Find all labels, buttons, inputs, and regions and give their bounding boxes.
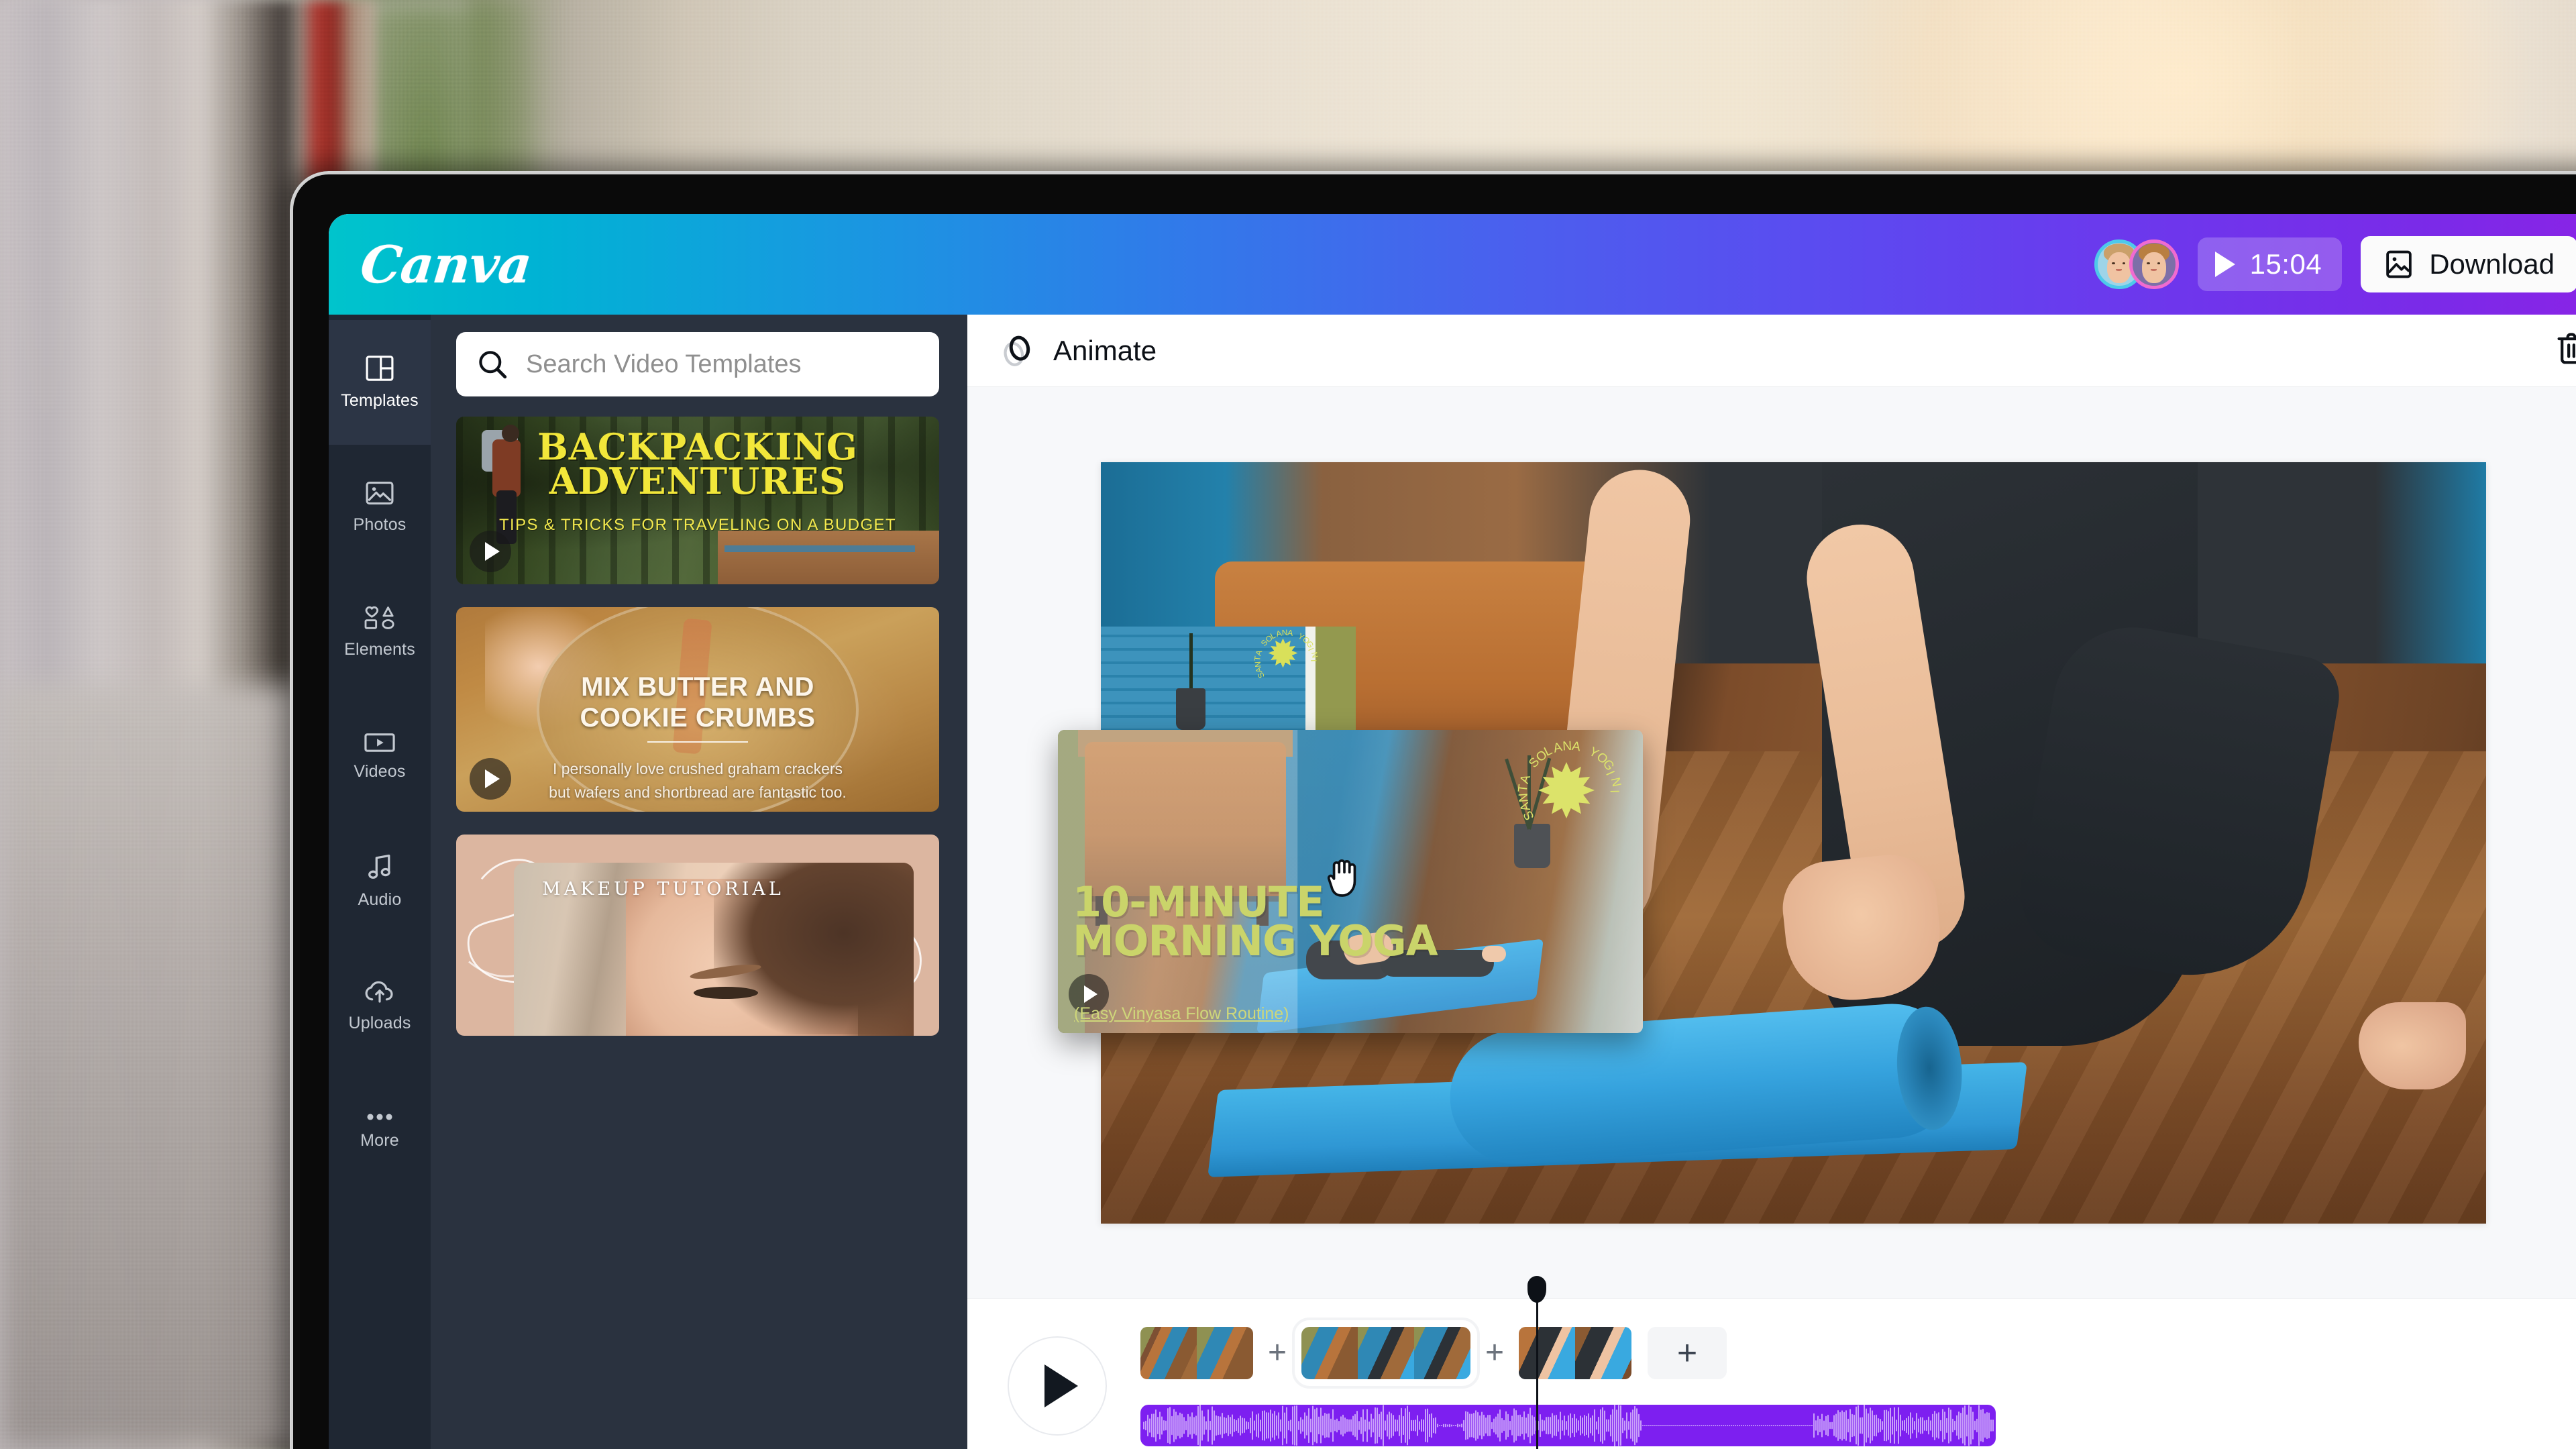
sidebar-item-more[interactable]: More bbox=[329, 1069, 431, 1193]
editor-toolbar: Animate bbox=[967, 315, 2576, 387]
delete-button[interactable] bbox=[2556, 332, 2576, 369]
audio-icon bbox=[368, 854, 390, 879]
avatar[interactable] bbox=[2129, 239, 2179, 289]
search-placeholder: Search Video Templates bbox=[526, 350, 802, 378]
timeline-play-button[interactable] bbox=[1008, 1336, 1107, 1436]
template-card-cookie[interactable]: MIX BUTTER AND COOKIE CRUMBS I personall… bbox=[456, 607, 939, 812]
play-icon bbox=[1083, 985, 1097, 1003]
playhead[interactable] bbox=[1527, 1276, 1546, 1449]
sidebar-item-label: Audio bbox=[358, 890, 402, 909]
preview-play-button[interactable]: 15:04 bbox=[2197, 237, 2343, 291]
uploads-icon bbox=[365, 981, 393, 1003]
timeline-clip[interactable] bbox=[1140, 1327, 1253, 1379]
template-title: BACKPACKING ADVENTURES bbox=[537, 425, 858, 503]
collaborator-avatars[interactable] bbox=[2094, 239, 2179, 289]
sidebar-item-label: Photos bbox=[353, 515, 407, 534]
grab-hand-cursor bbox=[1327, 859, 1356, 897]
template-card-makeup[interactable]: MAKEUP TUTORIAL bbox=[456, 835, 939, 1036]
download-label: Download bbox=[2429, 248, 2555, 280]
sidebar-item-audio[interactable]: Audio bbox=[329, 819, 431, 944]
sidebar-item-videos[interactable]: Videos bbox=[329, 694, 431, 819]
divider bbox=[647, 741, 748, 743]
play-icon bbox=[2214, 252, 2235, 277]
animate-icon bbox=[1004, 335, 1030, 366]
template-subtitle: I personally love crushed graham cracker… bbox=[549, 760, 847, 801]
sidebar-item-photos[interactable]: Photos bbox=[329, 445, 431, 570]
bench-decoration bbox=[718, 531, 939, 584]
photos-icon bbox=[366, 481, 394, 504]
trash-icon bbox=[2557, 333, 2576, 364]
videos-icon bbox=[364, 733, 395, 752]
search-icon bbox=[479, 351, 507, 379]
templates-panel: Search Video Templates BACKPACKING ADVEN… bbox=[431, 315, 967, 1449]
animate-button[interactable]: Animate bbox=[1002, 333, 1157, 369]
left-rail: Templates Photos Elements Videos Audio U… bbox=[329, 315, 431, 1449]
sidebar-item-label: Templates bbox=[341, 390, 419, 410]
sidebar-item-elements[interactable]: Elements bbox=[329, 570, 431, 694]
template-thumbnail: MAKEUP TUTORIAL bbox=[514, 863, 914, 1036]
ghost-subtitle: (Easy Vinyasa Flow Routine) bbox=[1074, 1004, 1289, 1023]
timeline-clip-selected[interactable] bbox=[1292, 1318, 1480, 1389]
animate-label: Animate bbox=[1053, 334, 1157, 366]
pip-watermark: SANTA SOLANA YOGINI bbox=[1252, 627, 1320, 680]
ghost-title: 10-MINUTE MORNING YOGA bbox=[1073, 877, 1438, 965]
canva-logo[interactable]: Canva bbox=[358, 235, 534, 294]
tablet-device: Canva 15:04 Download Templates Photos El… bbox=[290, 171, 2576, 1449]
sidebar-item-templates[interactable]: Templates bbox=[329, 320, 431, 445]
play-icon bbox=[484, 769, 500, 788]
download-button[interactable]: Download bbox=[2361, 236, 2576, 292]
sidebar-item-uploads[interactable]: Uploads bbox=[329, 944, 431, 1069]
timeline-tracks: + + + bbox=[1107, 1276, 2576, 1449]
template-play-button[interactable] bbox=[470, 758, 511, 800]
add-clip-between-button[interactable]: + bbox=[1474, 1327, 1515, 1379]
template-subtitle: TIPS & TRICKS FOR TRAVELING ON A BUDGET bbox=[498, 516, 897, 534]
template-title: MIX BUTTER AND COOKIE CRUMBS bbox=[580, 672, 816, 733]
more-icon bbox=[367, 1113, 392, 1120]
template-title: MAKEUP TUTORIAL bbox=[542, 879, 784, 900]
play-icon bbox=[1044, 1364, 1078, 1407]
duration-label: 15:04 bbox=[2249, 248, 2322, 280]
add-clip-between-button[interactable]: + bbox=[1257, 1327, 1297, 1379]
add-page-button[interactable]: + bbox=[1648, 1327, 1727, 1379]
topbar-actions: 15:04 Download bbox=[2094, 236, 2576, 292]
play-icon bbox=[484, 542, 500, 561]
sidebar-item-label: Uploads bbox=[348, 1013, 411, 1032]
top-bar: Canva 15:04 Download bbox=[329, 214, 2576, 315]
audio-track[interactable] bbox=[1140, 1405, 1996, 1446]
search-input[interactable]: Search Video Templates bbox=[456, 332, 939, 396]
image-icon bbox=[2386, 250, 2412, 278]
elements-icon bbox=[364, 606, 394, 629]
template-card-backpacking[interactable]: BACKPACKING ADVENTURES TIPS & TRICKS FOR… bbox=[456, 417, 939, 584]
timeline-clips: + + + bbox=[1140, 1316, 2576, 1390]
sidebar-item-label: Videos bbox=[354, 761, 406, 781]
timeline: + + + bbox=[967, 1276, 2576, 1449]
sidebar-item-label: Elements bbox=[344, 639, 415, 659]
audio-waveform bbox=[1143, 1405, 1994, 1446]
template-play-button[interactable] bbox=[470, 531, 511, 572]
templates-icon bbox=[366, 355, 394, 381]
sidebar-item-label: More bbox=[360, 1130, 399, 1150]
